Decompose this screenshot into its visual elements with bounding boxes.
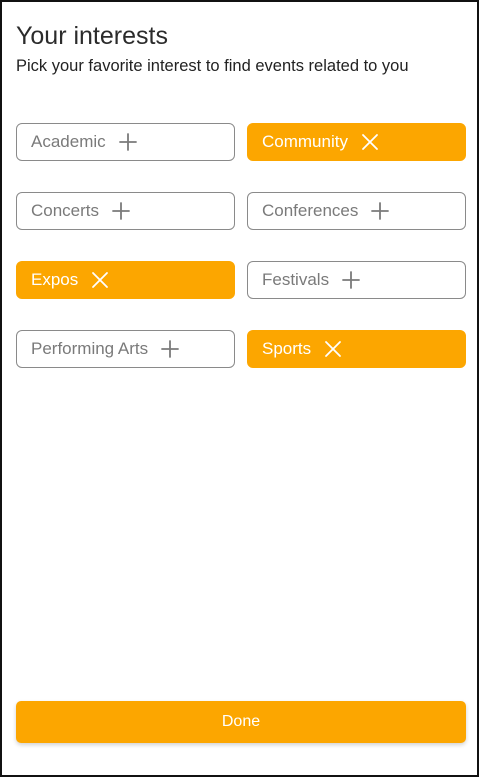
interest-chip-label: Festivals — [262, 270, 330, 289]
interest-chip-expos[interactable]: Expos — [16, 261, 235, 299]
interest-chip-label: Expos — [31, 270, 79, 289]
interest-chip-label: Academic — [31, 132, 106, 151]
interest-chip-label: Performing Arts — [31, 339, 149, 358]
interest-chip-concerts[interactable]: Concerts — [16, 192, 235, 230]
interest-chip-festivals[interactable]: Festivals — [247, 261, 466, 299]
page-subtitle: Pick your favorite interest to find even… — [16, 57, 409, 75]
interest-chip-label: Sports — [262, 339, 312, 358]
plus-icon — [160, 339, 180, 359]
interest-chip-conferences[interactable]: Conferences — [247, 192, 466, 230]
interest-chip-community[interactable]: Community — [247, 123, 466, 161]
close-icon — [323, 339, 343, 359]
interest-chip-label: Community — [262, 132, 348, 151]
screen-frame: Your interests Pick your favorite intere… — [0, 0, 479, 777]
plus-icon — [118, 132, 138, 152]
interest-chip-label: Concerts — [31, 201, 100, 220]
interest-chip-performing-arts[interactable]: Performing Arts — [16, 330, 235, 368]
interest-chip-grid: Academic Community Concerts Conferences … — [16, 123, 466, 368]
done-button[interactable]: Done — [16, 701, 466, 743]
interest-chip-academic[interactable]: Academic — [16, 123, 235, 161]
plus-icon — [111, 201, 131, 221]
interest-chip-sports[interactable]: Sports — [247, 330, 466, 368]
close-icon — [90, 270, 110, 290]
close-icon — [360, 132, 380, 152]
interest-chip-label: Conferences — [262, 201, 359, 220]
plus-icon — [341, 270, 361, 290]
page-title: Your interests — [16, 22, 168, 50]
plus-icon — [370, 201, 390, 221]
